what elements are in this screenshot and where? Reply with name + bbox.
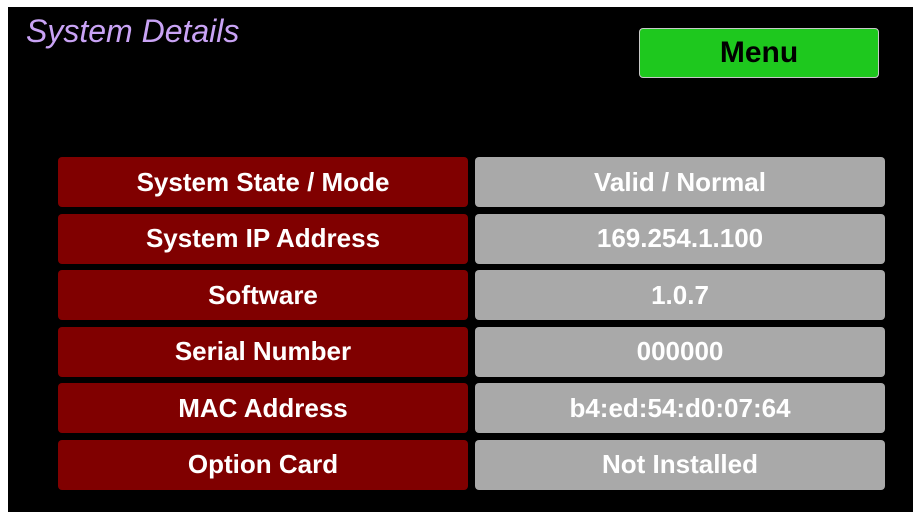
table-row: System State / Mode Valid / Normal (58, 157, 885, 207)
table-row: MAC Address b4:ed:54:d0:07:64 (58, 383, 885, 433)
table-row: System IP Address 169.254.1.100 (58, 213, 885, 264)
table-row: Option Card Not Installed (58, 439, 885, 490)
row-label-software: Software (58, 270, 468, 320)
row-label-mac-address: MAC Address (58, 383, 468, 433)
row-value-system-state: Valid / Normal (475, 157, 885, 207)
row-value-mac-address: b4:ed:54:d0:07:64 (475, 383, 885, 433)
row-value-software: 1.0.7 (475, 270, 885, 320)
table-row: Serial Number 000000 (58, 326, 885, 377)
table-row: Software 1.0.7 (58, 270, 885, 320)
row-label-serial-number: Serial Number (58, 326, 468, 377)
row-label-ip-address: System IP Address (58, 213, 468, 264)
menu-button[interactable]: Menu (639, 28, 879, 78)
system-details-screen: System Details Menu System State / Mode … (8, 7, 913, 512)
row-value-serial-number: 000000 (475, 326, 885, 377)
row-label-system-state: System State / Mode (58, 157, 468, 207)
page-title: System Details (26, 13, 240, 49)
row-label-option-card: Option Card (58, 439, 468, 490)
details-table: System State / Mode Valid / Normal Syste… (58, 157, 885, 496)
row-value-option-card: Not Installed (475, 439, 885, 490)
row-value-ip-address: 169.254.1.100 (475, 213, 885, 264)
